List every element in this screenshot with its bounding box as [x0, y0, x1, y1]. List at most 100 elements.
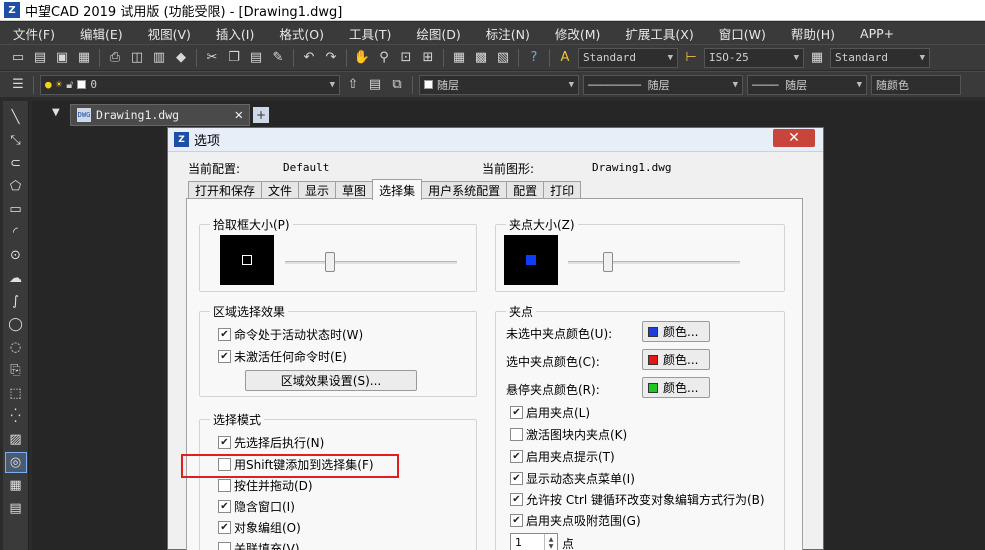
menu-app-plus[interactable]: APP+ — [847, 26, 906, 41]
menu-window[interactable]: 窗口(W) — [706, 24, 778, 43]
grip-snap-range-option[interactable]: ✔ 启用夹点吸附范围(G) — [510, 512, 641, 529]
layer-states-icon[interactable]: ⧉ — [387, 75, 407, 95]
plot-icon[interactable]: ▥ — [149, 48, 169, 68]
rectangle-icon[interactable]: ▭ — [5, 199, 27, 220]
command-active-checkbox[interactable]: ✔ — [218, 328, 231, 341]
zoom-previous-icon[interactable]: ⊞ — [418, 48, 438, 68]
cut-icon[interactable]: ✂ — [202, 48, 222, 68]
tab-plot[interactable]: 打印 — [543, 181, 582, 199]
grips-in-blocks-checkbox[interactable] — [510, 428, 523, 441]
no-command-option[interactable]: ✔ 未激活任何命令时(E) — [218, 348, 347, 365]
tab-drafting[interactable]: 草图 — [335, 181, 374, 199]
menu-tools[interactable]: 工具(T) — [336, 24, 403, 43]
properties-icon[interactable]: ▦ — [449, 48, 469, 68]
menu-view[interactable]: 视图(V) — [135, 24, 203, 43]
no-command-checkbox[interactable]: ✔ — [218, 350, 231, 363]
menu-draw[interactable]: 绘图(D) — [403, 24, 472, 43]
dim-style-select[interactable]: ISO-25 ▼ — [704, 47, 804, 68]
print-icon[interactable]: ⎙ — [105, 48, 125, 68]
menu-help[interactable]: 帮助(H) — [778, 24, 847, 43]
pickbox-slider-thumb[interactable] — [324, 252, 335, 272]
ctrl-cycling-option[interactable]: ✔ 允许按 Ctrl 键循环改变对象编辑方式行为(B) — [510, 491, 765, 508]
tab-files[interactable]: 文件 — [261, 181, 300, 199]
text-style-select[interactable]: Standard ▼ — [578, 47, 678, 68]
circle-icon[interactable]: ⊙ — [5, 245, 27, 266]
match-properties-icon[interactable]: ◆ — [171, 48, 191, 68]
menu-edit[interactable]: 编辑(E) — [67, 24, 135, 43]
revision-cloud-icon[interactable]: ☁ — [5, 268, 27, 289]
polygon-icon[interactable]: ⬠ — [5, 176, 27, 197]
paint-brush-icon[interactable]: ✎ — [268, 48, 288, 68]
layer-manager-icon[interactable]: ☰ — [8, 75, 28, 95]
construction-line-icon[interactable]: ⤡ — [5, 130, 27, 151]
implied-window-checkbox[interactable]: ✔ — [218, 500, 231, 513]
new-tab-icon[interactable]: + — [253, 107, 269, 123]
close-tab-icon[interactable]: ✕ — [235, 107, 243, 123]
zoom-realtime-icon[interactable]: ⚲ — [374, 48, 394, 68]
save-as-icon[interactable]: ▦ — [74, 48, 94, 68]
dynamic-grip-menu-option[interactable]: ✔ 显示动态夹点菜单(I) — [510, 470, 635, 487]
tab-list-arrow-icon[interactable]: ▼ — [52, 107, 60, 118]
grip-snap-range-spinner[interactable]: 1 ▲ ▼ — [510, 533, 558, 550]
grip-tips-option[interactable]: ✔ 启用夹点提示(T) — [510, 448, 615, 465]
associative-hatch-checkbox[interactable] — [218, 542, 231, 550]
redo-icon[interactable]: ↷ — [321, 48, 341, 68]
help-icon[interactable]: ? — [524, 48, 544, 68]
layer-previous-icon[interactable]: ▤ — [365, 75, 385, 95]
press-and-drag-checkbox[interactable] — [218, 479, 231, 492]
undo-icon[interactable]: ↶ — [299, 48, 319, 68]
layer-select[interactable]: ● ☀ 🔓︎ 0 ▼ — [40, 74, 340, 95]
spinner-arrows-icon[interactable]: ▲ ▼ — [544, 534, 557, 550]
gripsize-slider-track[interactable] — [568, 261, 740, 264]
region-effect-settings-button[interactable]: 区域效果设置(S)... — [245, 370, 417, 391]
tab-display[interactable]: 显示 — [298, 181, 337, 199]
tab-open-save[interactable]: 打开和保存 — [188, 181, 263, 199]
menu-format[interactable]: 格式(O) — [266, 24, 336, 43]
associative-hatch-option[interactable]: 关联填充(V) — [218, 540, 300, 550]
press-and-drag-option[interactable]: 按住并拖动(D) — [218, 477, 313, 494]
insert-block-icon[interactable]: ⎘ — [5, 360, 27, 381]
table-icon[interactable]: ▦ — [5, 475, 27, 496]
grip-snap-range-checkbox[interactable]: ✔ — [510, 514, 523, 527]
menu-insert[interactable]: 插入(I) — [203, 24, 266, 43]
tab-user-preferences[interactable]: 用户系统配置 — [421, 181, 508, 199]
selected-grip-color-button[interactable]: 颜色... — [642, 349, 710, 370]
save-icon[interactable]: ▣ — [52, 48, 72, 68]
open-file-icon[interactable]: ▤ — [30, 48, 50, 68]
spline-icon[interactable]: ∫ — [5, 291, 27, 312]
unselected-grip-color-button[interactable]: 颜色... — [642, 321, 710, 342]
document-tab[interactable]: DWG Drawing1.dwg ✕ — [70, 104, 250, 126]
make-current-layer-icon[interactable]: ⇧ — [343, 75, 363, 95]
plotstyle-select[interactable]: 随颜色 — [871, 74, 961, 95]
pickbox-slider-track[interactable] — [285, 261, 457, 264]
enable-grips-checkbox[interactable]: ✔ — [510, 406, 523, 419]
tab-profiles[interactable]: 配置 — [506, 181, 545, 199]
polyline-icon[interactable]: ⊂ — [5, 153, 27, 174]
print-preview-icon[interactable]: ◫ — [127, 48, 147, 68]
pan-hand-icon[interactable]: ✋ — [352, 48, 372, 68]
dynamic-grip-menu-checkbox[interactable]: ✔ — [510, 472, 523, 485]
menu-dimension[interactable]: 标注(N) — [473, 24, 542, 43]
paste-icon[interactable]: ▤ — [246, 48, 266, 68]
enable-grips-option[interactable]: ✔ 启用夹点(L) — [510, 404, 590, 421]
tab-selection[interactable]: 选择集 — [372, 179, 423, 200]
point-icon[interactable]: ⁛ — [5, 406, 27, 427]
grips-in-blocks-option[interactable]: 激活图块内夹点(K) — [510, 426, 627, 443]
implied-window-option[interactable]: ✔ 隐含窗口(I) — [218, 498, 295, 515]
menu-file[interactable]: 文件(F) — [0, 24, 67, 43]
line-icon[interactable]: ╲ — [5, 107, 27, 128]
command-active-option[interactable]: ✔ 命令处于活动状态时(W) — [218, 326, 363, 343]
ctrl-cycling-checkbox[interactable]: ✔ — [510, 493, 523, 506]
gripsize-slider-thumb[interactable] — [602, 252, 613, 272]
copy-icon[interactable]: ❐ — [224, 48, 244, 68]
table-style-select[interactable]: Standard ▼ — [830, 47, 930, 68]
ellipse-icon[interactable]: ◯ — [5, 314, 27, 335]
menu-extensions[interactable]: 扩展工具(X) — [612, 24, 705, 43]
tool-palette-icon[interactable]: ▧ — [493, 48, 513, 68]
hatch-icon[interactable]: ▨ — [5, 429, 27, 450]
make-block-icon[interactable]: ⬚ — [5, 383, 27, 404]
new-file-icon[interactable]: ▭ — [8, 48, 28, 68]
multiline-text-icon[interactable]: ▤ — [5, 498, 27, 519]
zoom-window-icon[interactable]: ⊡ — [396, 48, 416, 68]
color-select[interactable]: 随层 ▼ — [419, 74, 579, 95]
